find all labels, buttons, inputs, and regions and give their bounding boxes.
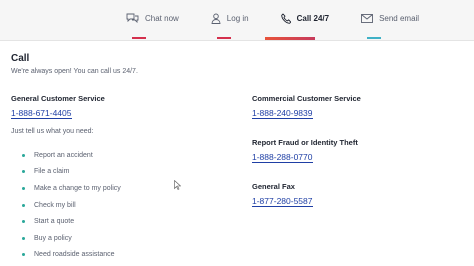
bullet-icon — [22, 253, 25, 257]
tab-send-email-indicator — [367, 37, 382, 39]
list-item-label: Report an accident — [34, 151, 93, 159]
tab-chat-now[interactable]: Chat now — [110, 0, 195, 39]
report-fraud-phone-link[interactable]: 1-888-288-0770 — [252, 152, 313, 163]
needs-list: Report an accident File a claim Make a c… — [22, 147, 121, 263]
general-fax-title: General Fax — [252, 182, 295, 191]
list-item[interactable]: Check my bill — [22, 197, 121, 214]
tab-call-24-7[interactable]: Call 24/7 — [264, 0, 345, 40]
mail-icon — [361, 13, 374, 23]
commercial-customer-service: Commercial Customer Service 1-888-240-98… — [252, 94, 361, 121]
bullet-icon — [22, 186, 25, 190]
commercial-customer-service-phone-link[interactable]: 1-888-240-9839 — [252, 108, 313, 119]
tab-chat-now-indicator — [132, 37, 146, 39]
list-item[interactable]: Need roadside assistance — [22, 247, 121, 264]
list-item-label: File a claim — [34, 168, 70, 176]
list-item[interactable]: Report an accident — [22, 147, 121, 164]
user-icon — [211, 13, 221, 24]
list-item-label: Check my bill — [34, 201, 76, 209]
tab-chat-now-label: Chat now — [145, 13, 179, 23]
general-customer-service: General Customer Service 1-888-671-4405 — [11, 94, 105, 121]
list-item[interactable]: Buy a policy — [22, 230, 121, 247]
general-fax: General Fax 1-877-280-5587 — [252, 182, 313, 209]
tab-log-in-indicator — [216, 37, 231, 39]
chat-icon — [126, 13, 139, 23]
phone-icon — [280, 12, 291, 24]
list-item[interactable]: Make a change to my policy — [22, 180, 121, 197]
list-item-label: Make a change to my policy — [34, 184, 121, 192]
general-customer-service-phone-link[interactable]: 1-888-671-4405 — [11, 108, 72, 119]
list-item-label: Buy a policy — [34, 234, 72, 242]
list-item-label: Need roadside assistance — [34, 251, 115, 259]
bullet-icon — [22, 236, 25, 240]
contact-tabs: Chat now Log in Call 24/7 Send email — [110, 0, 435, 40]
header-divider — [0, 40, 474, 41]
tab-call-24-7-label: Call 24/7 — [296, 13, 330, 23]
page-title: Call — [11, 53, 30, 64]
bullet-icon — [22, 220, 25, 224]
report-fraud-title: Report Fraud or Identity Theft — [252, 138, 358, 147]
commercial-customer-service-title: Commercial Customer Service — [252, 94, 361, 103]
page-subtitle: We're always open! You can call us 24/7. — [11, 68, 138, 75]
list-item[interactable]: Start a quote — [22, 213, 121, 230]
tab-log-in-label: Log in — [226, 13, 249, 23]
list-item[interactable]: File a claim — [22, 164, 121, 181]
general-customer-service-title: General Customer Service — [11, 94, 105, 103]
general-fax-phone-link[interactable]: 1-877-280-5587 — [252, 196, 313, 207]
bullet-icon — [22, 153, 25, 157]
bullet-icon — [22, 203, 25, 207]
tab-send-email[interactable]: Send email — [345, 0, 435, 39]
report-fraud: Report Fraud or Identity Theft 1-888-288… — [252, 138, 358, 165]
bullet-icon — [22, 170, 25, 174]
needs-prompt: Just tell us what you need: — [11, 128, 94, 135]
mouse-cursor-icon — [174, 180, 181, 190]
tab-send-email-label: Send email — [379, 13, 420, 23]
list-item-label: Start a quote — [34, 218, 75, 226]
tab-log-in[interactable]: Log in — [195, 0, 265, 39]
